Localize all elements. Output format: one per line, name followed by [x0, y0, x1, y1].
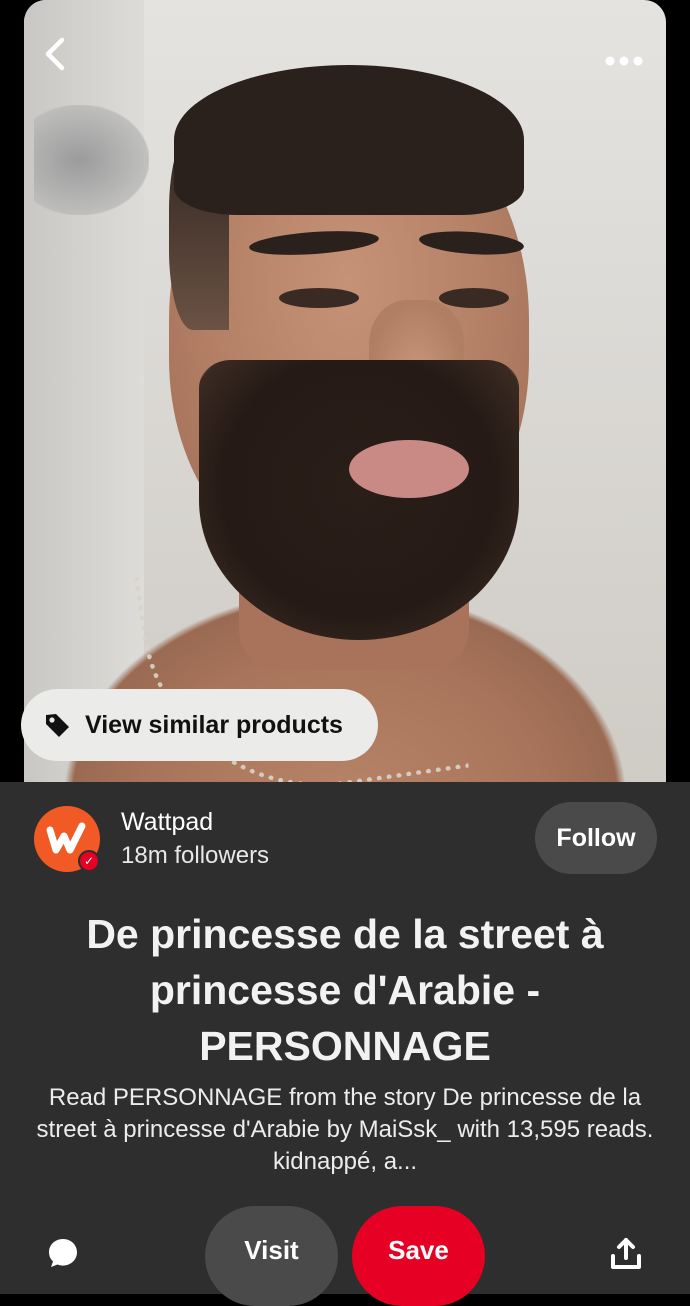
back-button[interactable] — [40, 36, 70, 78]
save-button[interactable]: Save — [352, 1206, 485, 1306]
follow-button[interactable]: Follow — [535, 802, 657, 874]
creator-followers: 18m followers — [121, 842, 270, 869]
photo-shower-fixture — [34, 105, 149, 215]
more-options-button[interactable] — [604, 40, 644, 74]
visit-button[interactable]: Visit — [205, 1206, 338, 1306]
pin-details-panel: ✓ Wattpad 18m followers Follow De prince… — [0, 782, 690, 1306]
view-similar-products-label: View similar products — [85, 710, 343, 739]
pin-title: De princesse de la street à princesse d'… — [86, 911, 604, 1069]
photo-eye-right — [439, 288, 509, 308]
pin-image[interactable] — [24, 0, 666, 790]
action-bar: Visit Save — [0, 1206, 690, 1306]
creator-name[interactable]: Wattpad — [121, 808, 213, 837]
more-horizontal-icon — [605, 56, 643, 66]
chevron-left-icon — [45, 37, 65, 71]
view-similar-products-button[interactable]: View similar products — [21, 689, 378, 761]
comment-icon[interactable] — [46, 1236, 80, 1270]
verified-badge-icon: ✓ — [78, 850, 100, 872]
photo-hair — [174, 65, 524, 215]
pin-description: Read PERSONNAGE from the story De prince… — [36, 1084, 654, 1175]
share-icon[interactable] — [608, 1236, 644, 1272]
photo-lips — [349, 440, 469, 498]
tag-icon — [46, 714, 69, 737]
photo-eye-left — [279, 288, 359, 308]
